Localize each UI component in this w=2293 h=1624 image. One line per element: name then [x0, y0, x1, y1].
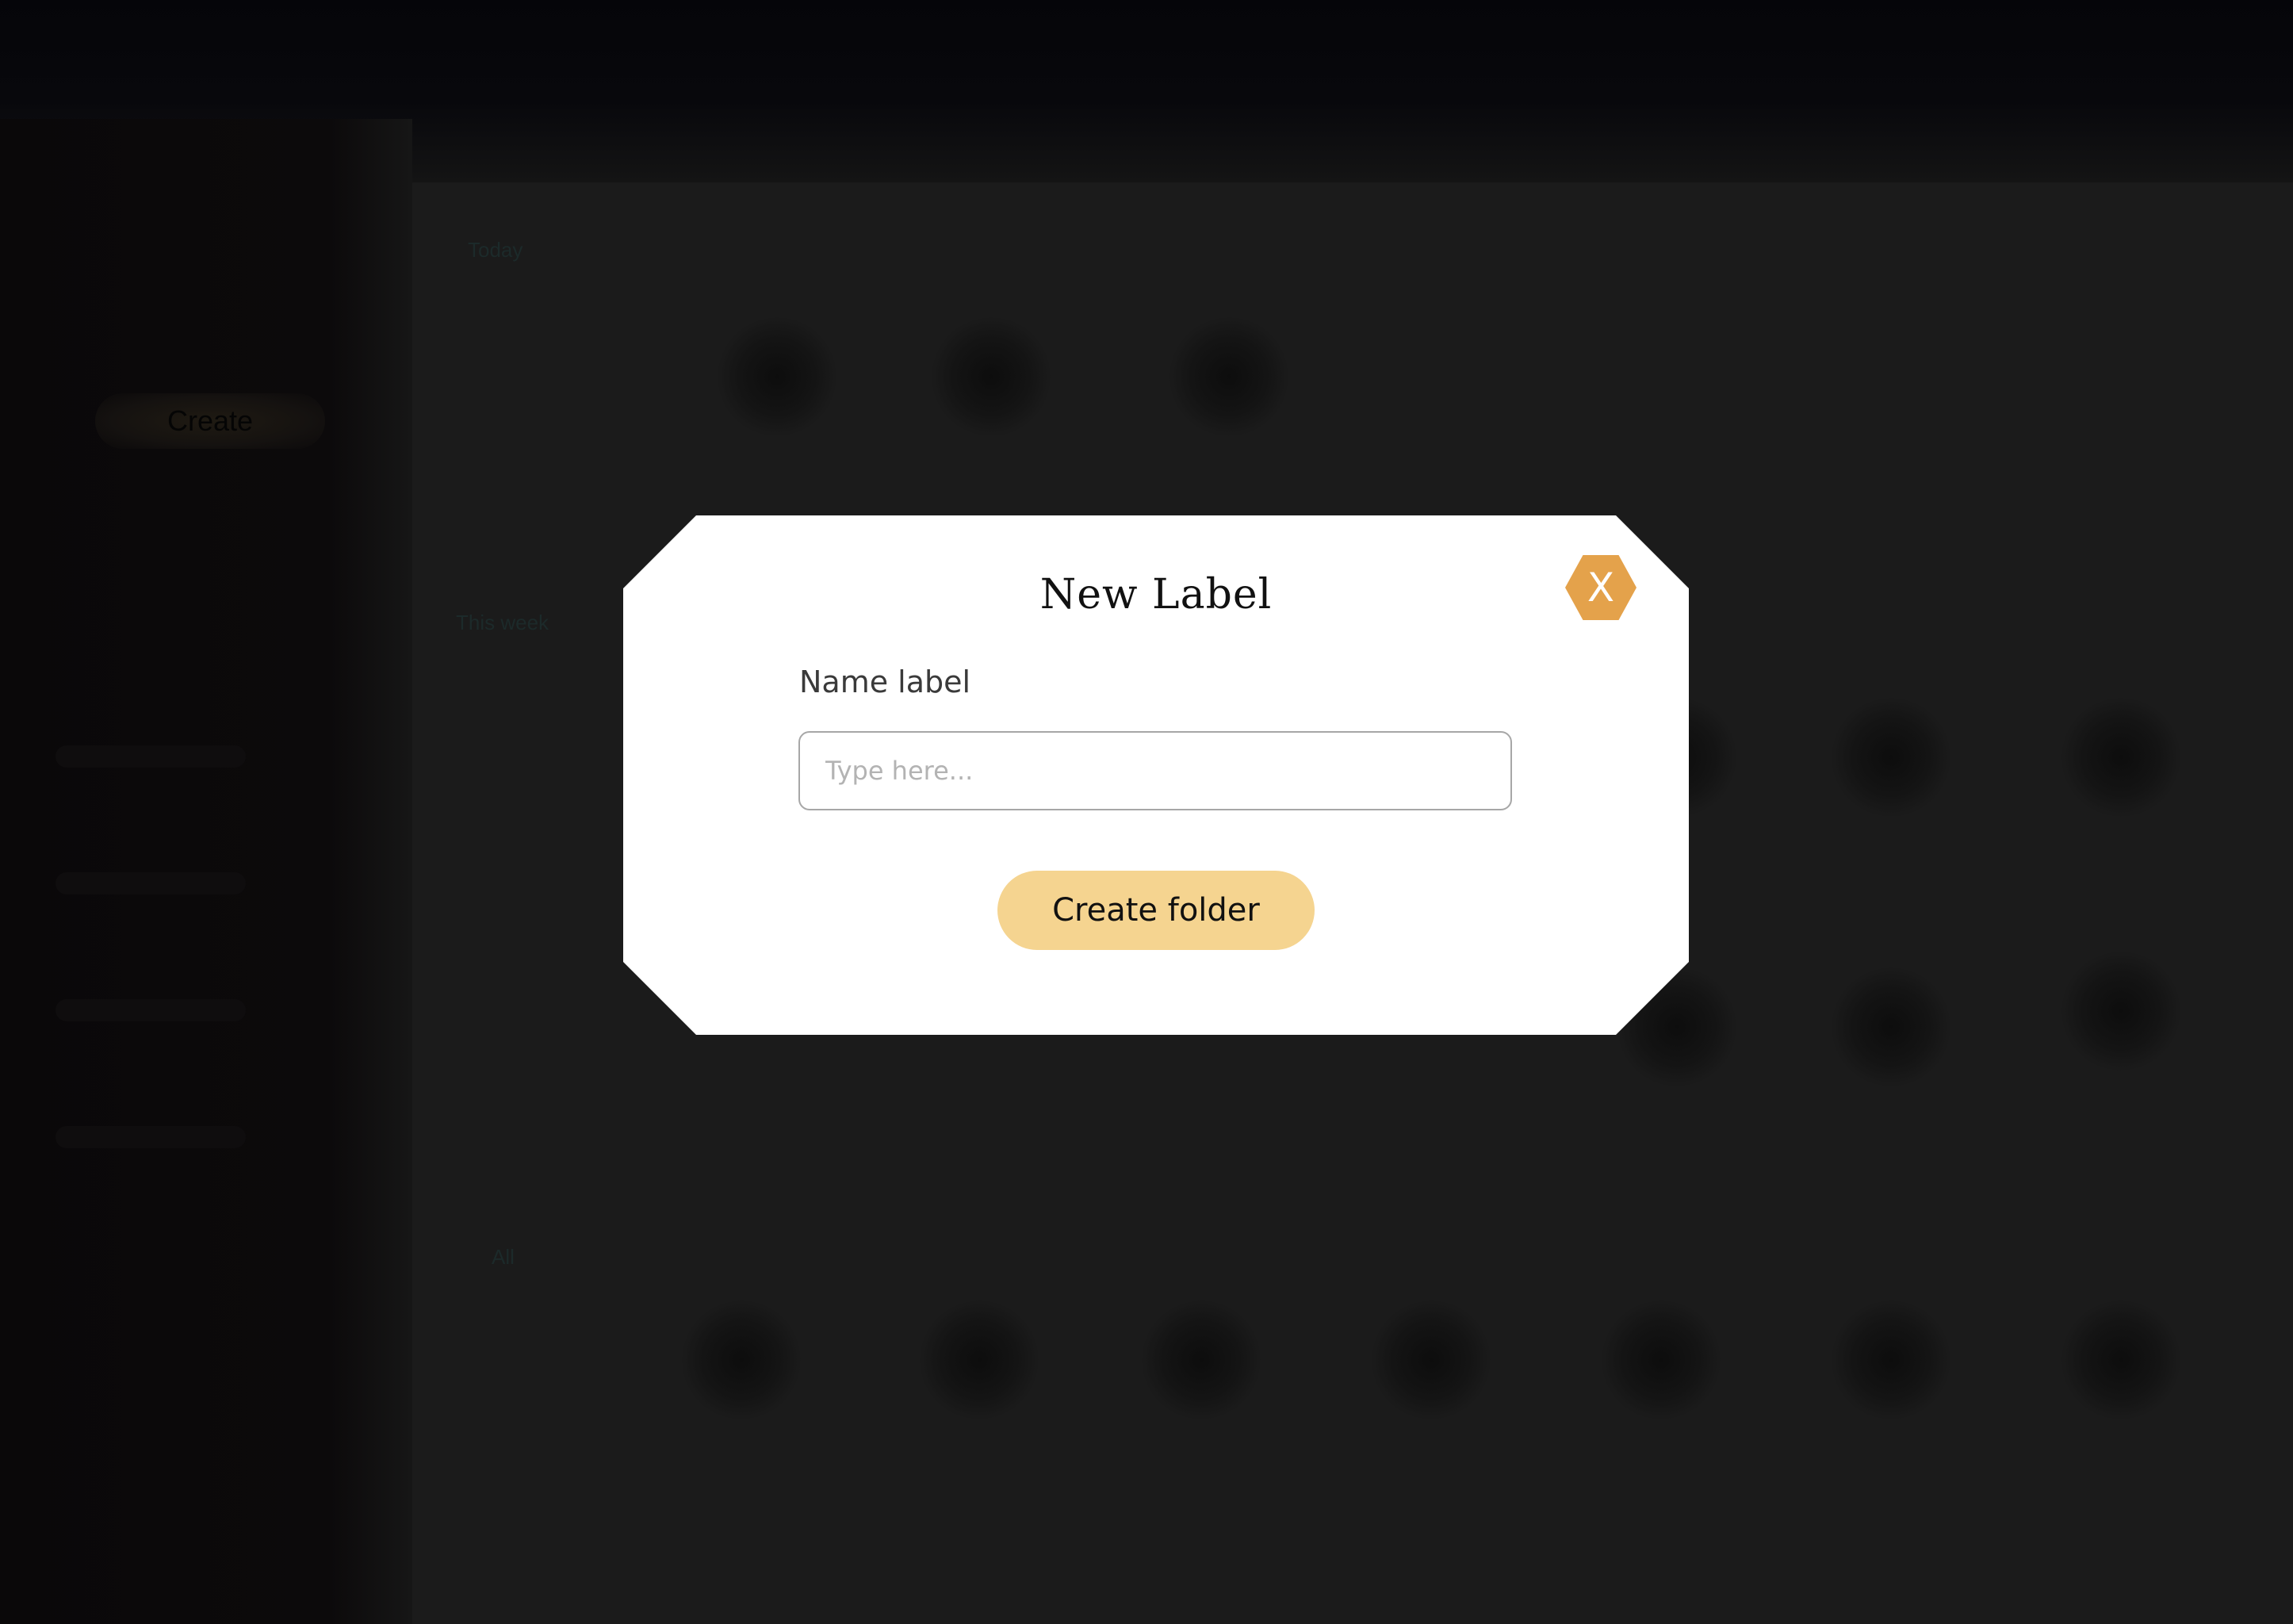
thumbnail	[2061, 698, 2180, 817]
new-label-dialog: New Label X Name label Create folder	[623, 515, 1689, 1035]
thumbnail	[1169, 317, 1288, 436]
thumbnail	[1372, 1300, 1491, 1419]
create-folder-button[interactable]: Create folder	[997, 871, 1315, 950]
sidebar	[0, 119, 412, 1624]
thumbnail	[932, 317, 1051, 436]
dialog-title: New Label	[1039, 571, 1273, 619]
section-title-all: All	[492, 1245, 515, 1269]
thumbnail	[718, 317, 836, 436]
section-title-this-week: This week	[456, 611, 549, 634]
sidebar-item	[56, 872, 246, 894]
thumbnail	[1832, 967, 1950, 1086]
thumbnail	[1602, 1300, 1721, 1419]
sidebar-item	[56, 1126, 246, 1148]
thumbnail	[1832, 1300, 1950, 1419]
thumbnail	[920, 1300, 1039, 1419]
thumbnail	[2061, 1300, 2180, 1419]
name-label-input[interactable]	[798, 731, 1512, 810]
sidebar-item	[56, 999, 246, 1021]
sidebar-item	[56, 745, 246, 768]
name-label-field-label: Name label	[799, 665, 971, 699]
thumbnail	[2061, 952, 2180, 1071]
thumbnail	[682, 1300, 801, 1419]
section-title-today: Today	[468, 238, 523, 262]
thumbnail	[1142, 1300, 1261, 1419]
thumbnail	[1832, 698, 1950, 817]
create-button: Create	[95, 393, 325, 449]
